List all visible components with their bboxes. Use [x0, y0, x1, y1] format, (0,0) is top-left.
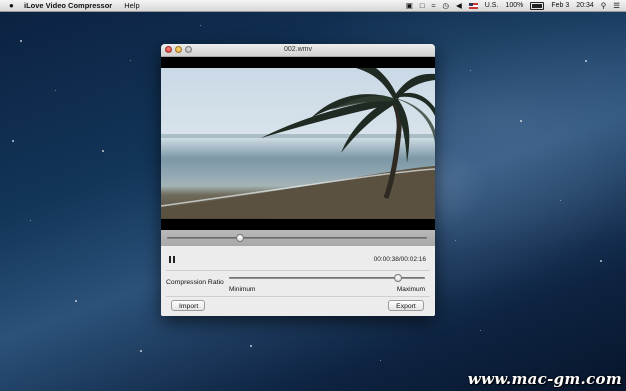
menu-help[interactable]: Help [124, 1, 139, 10]
window-titlebar[interactable]: 002.wmv [161, 44, 435, 57]
menu-app-name[interactable]: iLove Video Compressor [24, 1, 112, 10]
window-title: 002.wmv [283, 46, 312, 53]
watermark-text: www.mac-gm.com [467, 370, 622, 388]
compression-ratio-knob[interactable] [393, 274, 402, 282]
playback-slider[interactable] [167, 234, 427, 242]
compression-ratio-label: Compression Ratio [166, 279, 224, 286]
battery-percent[interactable]: 100% [505, 2, 523, 9]
time-machine-icon[interactable]: ◷ [442, 0, 449, 11]
zoom-button[interactable] [185, 46, 192, 53]
compression-ratio-slider[interactable] [229, 274, 425, 282]
notification-center-icon[interactable]: ☰ [613, 0, 620, 11]
messages-icon[interactable]: □ [420, 0, 425, 11]
input-source-label[interactable]: U.S. [485, 2, 499, 9]
app-status-icon[interactable]: ▣ [406, 0, 413, 11]
close-button[interactable] [165, 46, 172, 53]
video-player[interactable] [161, 57, 435, 230]
app-window: 002.wmv 00:00:38/00:02:16 Compression Ra… [161, 44, 435, 316]
divider [166, 296, 430, 297]
playback-bar [161, 230, 435, 246]
traffic-lights [165, 46, 192, 53]
wifi-icon[interactable]: ≈ [431, 0, 435, 11]
battery-icon[interactable] [530, 1, 545, 10]
volume-icon[interactable]: ◀ [456, 0, 462, 11]
clock-time[interactable]: 20:34 [576, 2, 594, 9]
status-area: ▣ □ ≈ ◷ ◀ U.S. 100% Feb 3 20:34 ⚲ ☰ [406, 0, 620, 11]
playback-slider-knob[interactable] [235, 234, 244, 242]
pause-button[interactable] [169, 256, 175, 263]
minimize-button[interactable] [175, 46, 182, 53]
beach-palm-image [161, 68, 435, 219]
menu-bar: ● iLove Video Compressor Help ▣ □ ≈ ◷ ◀ … [0, 0, 626, 12]
import-button[interactable]: Import [171, 300, 205, 311]
clock-date[interactable]: Feb 3 [551, 2, 569, 9]
flag-icon[interactable] [468, 2, 478, 9]
controls-panel: 00:00:38/00:02:16 Compression Ratio Mini… [161, 246, 435, 316]
minimum-label: Minimum [229, 286, 256, 293]
apple-menu-icon[interactable]: ● [9, 0, 18, 11]
divider [166, 270, 430, 271]
video-frame [161, 68, 435, 219]
export-button[interactable]: Export [388, 300, 424, 311]
spotlight-icon[interactable]: ⚲ [601, 0, 607, 11]
time-display: 00:00:38/00:02:16 [373, 256, 426, 263]
maximum-label: Maximum [396, 286, 425, 293]
